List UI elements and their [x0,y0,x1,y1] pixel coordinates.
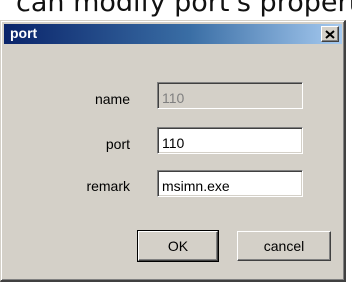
background-caption: can modify port's propert [16,0,352,18]
ok-button[interactable]: OK [137,230,219,262]
dialog-title: port [10,25,38,41]
cancel-button[interactable]: cancel [237,231,331,261]
port-label: port [105,136,130,152]
background-page-text: can modify port's propert [0,0,352,22]
name-label: name [94,91,130,107]
port-field[interactable] [157,127,303,154]
remark-label: remark [86,178,130,194]
close-button[interactable] [321,26,339,42]
name-field[interactable] [157,82,303,109]
port-dialog: port name port remark OK cancel [0,20,346,282]
remark-field[interactable] [157,170,303,197]
close-icon [325,29,335,39]
dialog-titlebar[interactable]: port [4,24,342,44]
